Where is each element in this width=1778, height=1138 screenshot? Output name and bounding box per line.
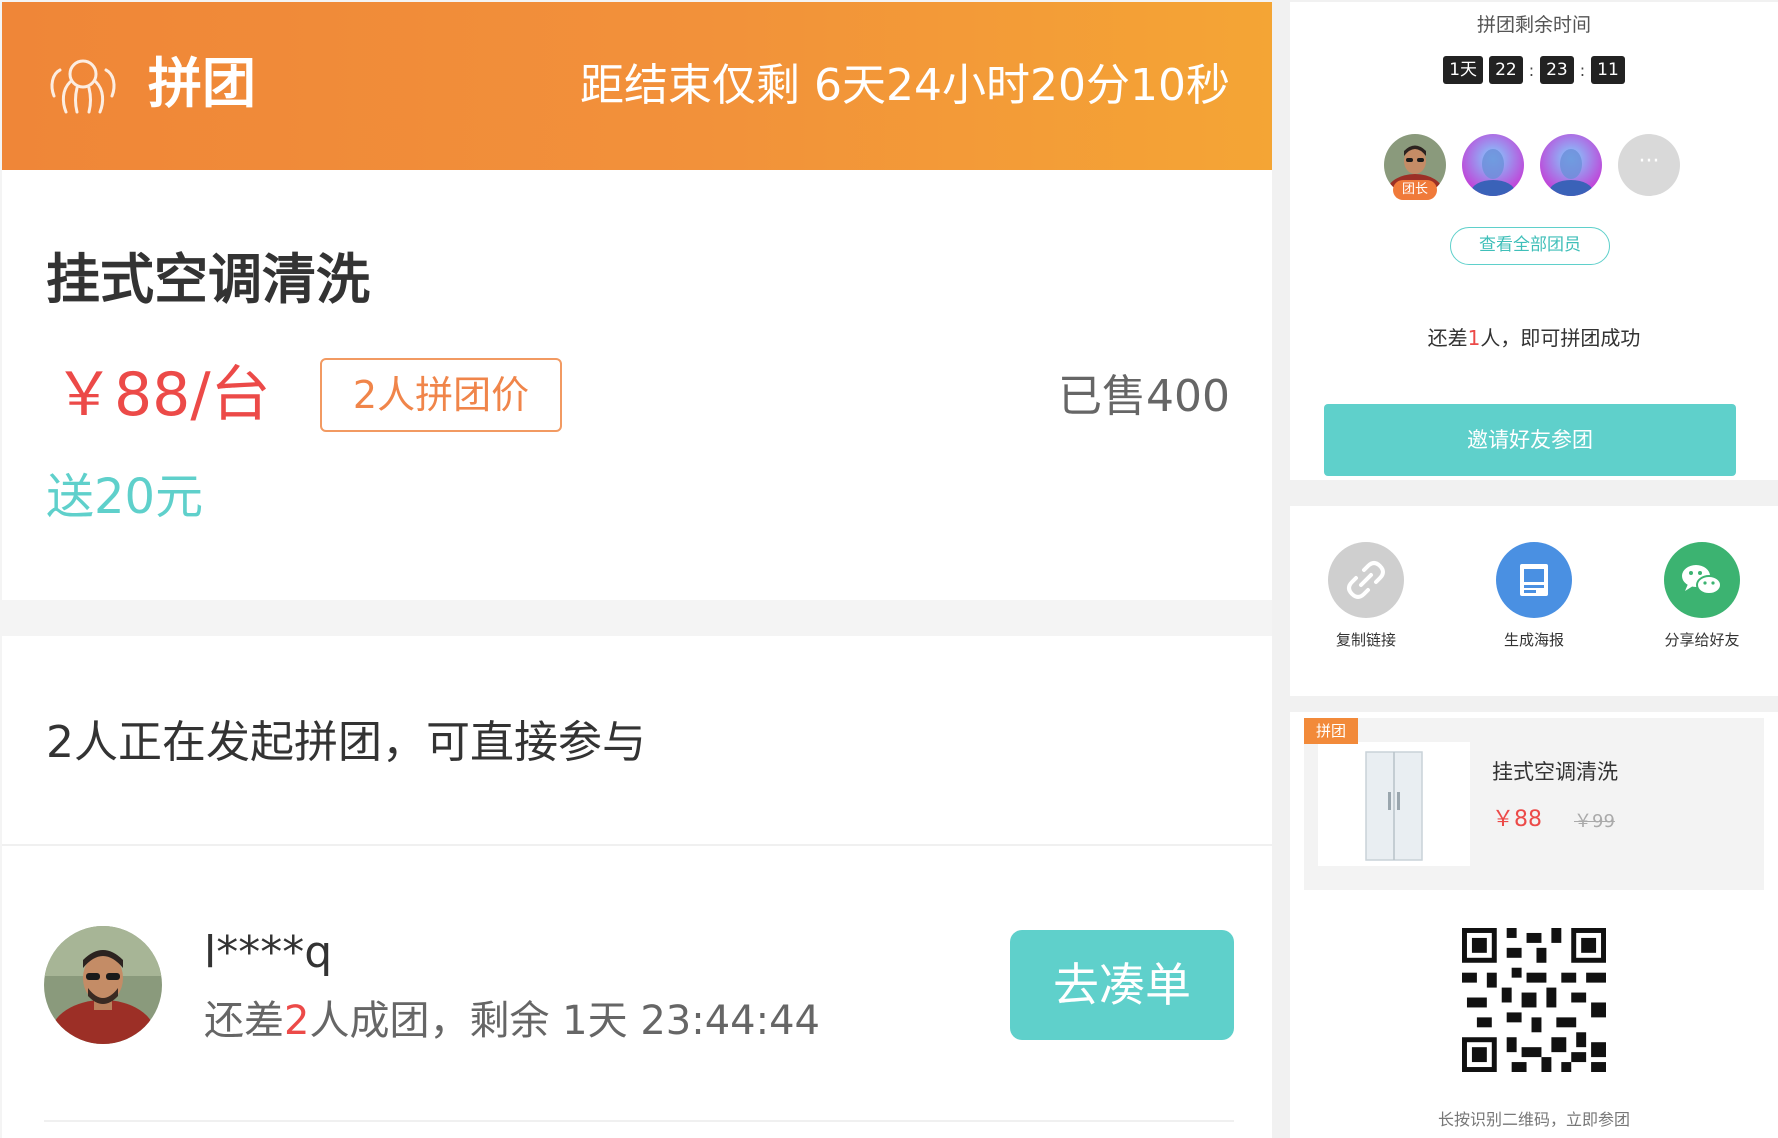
share-friends-label: 分享给好友 [1664, 631, 1740, 649]
generate-poster-action[interactable]: 生成海报 [1464, 542, 1604, 650]
ongoing-groups-heading: 2人正在发起拼团，可直接参与 [46, 717, 646, 768]
poster-title: 挂式空调清洗 [1492, 760, 1618, 784]
member-status: 还差2人成团，剩余 1天 23:44:44 [204, 996, 820, 1046]
timer-colon: : [1579, 60, 1586, 80]
product-card: 挂式空调清洗 ￥88/台 2人拼团价 已售400 送20元 [2, 170, 1272, 600]
countdown-timer: 1天 22 : 23 : 11 [1290, 56, 1778, 84]
copy-link-label: 复制链接 [1335, 631, 1396, 649]
need-suffix: 人，即可拼团成功 [1480, 326, 1641, 350]
join-group-button[interactable]: 去凑单 [1010, 930, 1234, 1040]
scan-qr-text: 长按识别二维码，立即参团 [1437, 1110, 1630, 1129]
member-name: l****q [204, 927, 333, 978]
divider [44, 1120, 1234, 1122]
bonus-text: 送20元 [46, 469, 204, 525]
timer-colon: : [1528, 60, 1535, 80]
avatar [44, 926, 162, 1044]
invite-friends-button[interactable]: 邀请好友参团 [1324, 404, 1736, 476]
member-avatar[interactable] [1540, 134, 1602, 196]
group-status-card: 拼团剩余时间 1天 22 : 23 : 11 团长 ··· 查看全部团员 还差1… [1290, 2, 1778, 480]
group-price-tag: 2人拼团价 [320, 358, 562, 432]
timer-seconds: 11 [1591, 56, 1625, 84]
banner-title: 拼团 [148, 52, 256, 115]
member-status-prefix: 还差 [204, 998, 284, 1044]
member-status-count: 2 [284, 998, 310, 1044]
member-avatar[interactable] [1462, 134, 1524, 196]
wechat-icon [1664, 542, 1740, 618]
timer-minutes: 23 [1540, 56, 1574, 84]
link-icon [1328, 542, 1404, 618]
remaining-time-label: 拼团剩余时间 [1476, 14, 1591, 36]
copy-link-action[interactable]: 复制链接 [1296, 542, 1436, 650]
share-panel: 拼团剩余时间 1天 22 : 23 : 11 团长 ··· 查看全部团员 还差1… [1290, 0, 1778, 1138]
member-avatars: 团长 ··· [1384, 134, 1684, 208]
group-people-icon [50, 59, 116, 114]
timer-hours: 22 [1489, 56, 1523, 84]
qr-code-icon[interactable] [1462, 928, 1606, 1072]
poster-preview: 拼团 挂式空调清洗 ￥88 ￥99 长按识别二维码，立即参团 [1290, 712, 1778, 1138]
page: 拼团 距结束仅剩 6天24小时20分10秒 挂式空调清洗 ￥88/台 2人拼团价… [0, 0, 1778, 1138]
share-friends-action[interactable]: 分享给好友 [1632, 542, 1772, 650]
need-prefix: 还差 [1427, 326, 1468, 350]
ongoing-groups-card: 2人正在发起拼团，可直接参与 l****q 还差2人成团，剩余 1天 23:44 [2, 636, 1272, 1138]
poster-icon [1496, 542, 1572, 618]
poster-original-price: ￥99 [1574, 811, 1615, 832]
poster-product: 拼团 挂式空调清洗 ￥88 ￥99 [1304, 718, 1764, 890]
needed-members-text: 还差1人，即可拼团成功 [1290, 324, 1778, 352]
group-buy-detail-panel: 拼团 距结束仅剩 6天24小时20分10秒 挂式空调清洗 ￥88/台 2人拼团价… [0, 0, 1272, 1138]
product-title: 挂式空调清洗 [46, 248, 370, 311]
more-members-icon[interactable]: ··· [1618, 134, 1680, 196]
group-buy-banner: 拼团 距结束仅剩 6天24小时20分10秒 [2, 2, 1272, 170]
divider [2, 844, 1272, 846]
generate-poster-label: 生成海报 [1503, 631, 1564, 649]
sold-count: 已售400 [1058, 371, 1230, 422]
share-actions-card: 复制链接 生成海报 分享给好友 [1290, 506, 1778, 696]
timer-days: 1天 [1443, 56, 1484, 84]
banner-countdown: 距结束仅剩 6天24小时20分10秒 [580, 60, 1230, 111]
poster-price: ￥88 [1492, 807, 1542, 832]
view-all-members-button[interactable]: 查看全部团员 [1450, 227, 1610, 265]
need-count: 1 [1467, 326, 1481, 350]
product-image [1318, 742, 1470, 866]
product-price: ￥88/台 [54, 360, 271, 430]
member-status-suffix: 人成团，剩余 1天 23:44:44 [309, 998, 820, 1044]
leader-badge: 团长 [1393, 180, 1437, 200]
poster-group-tag: 拼团 [1304, 718, 1358, 744]
